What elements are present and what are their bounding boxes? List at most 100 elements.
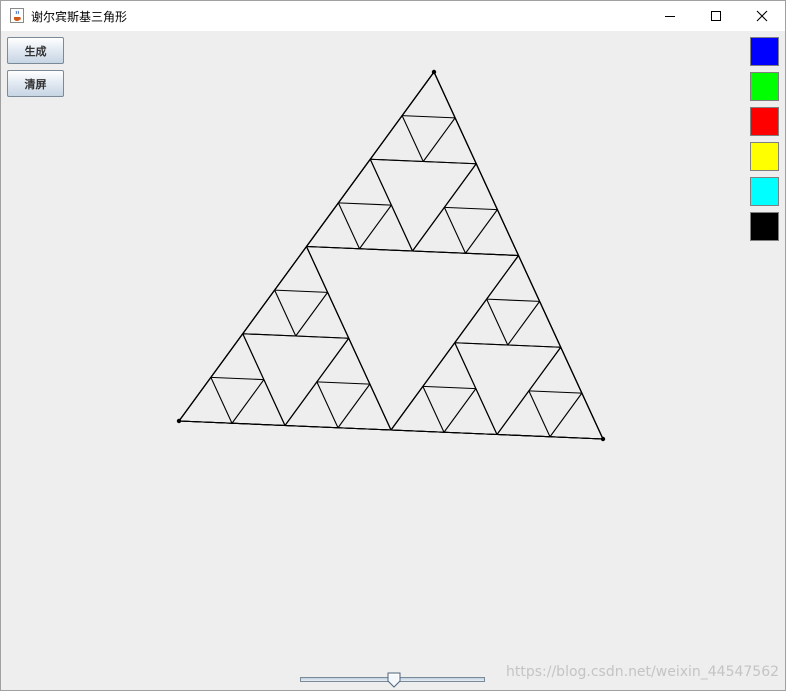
triangle-edge xyxy=(465,209,498,254)
triangle-edge xyxy=(454,298,488,344)
triangle-edge xyxy=(549,436,604,440)
triangle-edge xyxy=(348,338,371,385)
triangle-edge xyxy=(422,342,456,387)
minimize-icon xyxy=(665,16,675,17)
triangle-edge xyxy=(242,333,265,380)
triangle-edge xyxy=(507,344,561,348)
triangle-edge xyxy=(369,115,403,160)
triangle-edge xyxy=(486,298,509,346)
title-bar[interactable]: 谢尔宾斯基三角形 xyxy=(1,1,785,31)
triangle-edge xyxy=(359,248,413,252)
triangle-edge xyxy=(422,117,456,162)
triangle-edge xyxy=(390,204,413,252)
triangle-edge xyxy=(486,255,519,300)
triangle-edge xyxy=(306,246,329,293)
triangle-edge xyxy=(475,163,498,210)
close-button[interactable] xyxy=(739,1,785,31)
triangle-edge xyxy=(402,115,456,119)
triangle-edge xyxy=(274,289,328,293)
close-icon xyxy=(756,10,768,22)
triangle-edge xyxy=(338,202,392,206)
color-swatch-black[interactable] xyxy=(750,212,779,241)
triangle-edge xyxy=(306,202,339,247)
triangle-edge xyxy=(496,390,530,435)
triangle-edge xyxy=(549,392,583,438)
triangle-edge xyxy=(316,337,350,383)
triangle-edge xyxy=(401,71,435,116)
sierpinski-canvas[interactable] xyxy=(1,31,785,690)
java-cup-icon xyxy=(10,8,24,23)
triangle-edge xyxy=(337,427,392,431)
triangle-edge xyxy=(178,420,233,424)
triangle-edge xyxy=(284,424,339,429)
triangle-edge xyxy=(507,301,541,346)
triangle-edge xyxy=(316,381,370,385)
triangle-edge xyxy=(359,204,392,250)
color-swatch-green[interactable] xyxy=(750,72,779,101)
triangle-edge xyxy=(444,206,498,211)
triangle-edge xyxy=(242,289,276,335)
minimize-button[interactable] xyxy=(647,1,693,31)
triangle-edge xyxy=(433,71,456,119)
triangle-edge xyxy=(528,346,562,392)
vertex-point xyxy=(600,436,606,442)
vertex-point xyxy=(431,69,437,75)
triangle-edge xyxy=(284,381,318,426)
triangle-edge xyxy=(274,289,297,337)
triangle-edge xyxy=(465,252,519,257)
triangle-edge xyxy=(263,379,286,426)
triangle-edge xyxy=(581,392,604,440)
triangle-edge xyxy=(231,379,265,424)
triangle-edge xyxy=(178,377,212,422)
depth-slider[interactable] xyxy=(300,672,486,688)
triangle-edge xyxy=(443,431,498,436)
triangle-edge xyxy=(295,292,329,337)
color-swatch-yellow[interactable] xyxy=(750,142,779,171)
triangle-edge xyxy=(210,377,233,424)
triangle-edge xyxy=(422,385,476,390)
triangle-edge xyxy=(486,298,540,302)
color-swatch-red[interactable] xyxy=(750,107,779,136)
clear-button[interactable]: 清屏 xyxy=(7,70,64,97)
triangle-edge xyxy=(337,202,360,249)
triangle-edge xyxy=(274,246,307,291)
triangle-edge xyxy=(475,388,498,435)
window-title: 谢尔宾斯基三角形 xyxy=(31,10,128,24)
maximize-icon xyxy=(711,11,721,21)
triangle-edge xyxy=(412,250,466,254)
triangle-edge xyxy=(210,376,264,381)
triangle-edge xyxy=(327,292,350,339)
color-swatch-blue[interactable] xyxy=(750,37,779,66)
triangle-edge xyxy=(231,422,286,427)
generate-button[interactable]: 生成 xyxy=(7,37,64,64)
triangle-edge xyxy=(454,117,477,164)
triangle-edge xyxy=(401,115,424,162)
color-swatch-cyan[interactable] xyxy=(750,177,779,206)
triangle-edge xyxy=(370,158,424,163)
triangle-edge xyxy=(242,333,296,337)
triangle-edge xyxy=(422,386,445,433)
drawing-panel[interactable]: 生成 清屏 https://blog.csdn.net/weixin_44547… xyxy=(1,31,785,690)
maximize-button[interactable] xyxy=(693,1,739,31)
triangle-edge xyxy=(337,383,371,429)
triangle-edge xyxy=(518,255,541,302)
triangle-edge xyxy=(528,390,582,394)
triangle-edge xyxy=(390,386,424,431)
app-window: 谢尔宾斯基三角形 生成 清屏 https://blog.csdn.net/wei… xyxy=(0,0,786,691)
triangle-edge xyxy=(443,163,477,208)
triangle-edge xyxy=(443,207,466,254)
triangle-edge xyxy=(295,335,349,339)
triangle-edge xyxy=(369,383,392,431)
triangle-edge xyxy=(454,342,508,346)
slider-thumb[interactable] xyxy=(387,672,401,688)
triangle-edge xyxy=(369,159,392,206)
vertex-point xyxy=(176,418,182,424)
triangle-edge xyxy=(560,347,583,394)
triangle-edge xyxy=(496,433,551,438)
triangle-edge xyxy=(454,342,477,389)
triangle-edge xyxy=(306,245,360,250)
triangle-edge xyxy=(316,381,339,428)
triangle-edge xyxy=(337,158,371,204)
triangle-edge xyxy=(390,429,445,433)
triangle-edge xyxy=(443,388,477,433)
